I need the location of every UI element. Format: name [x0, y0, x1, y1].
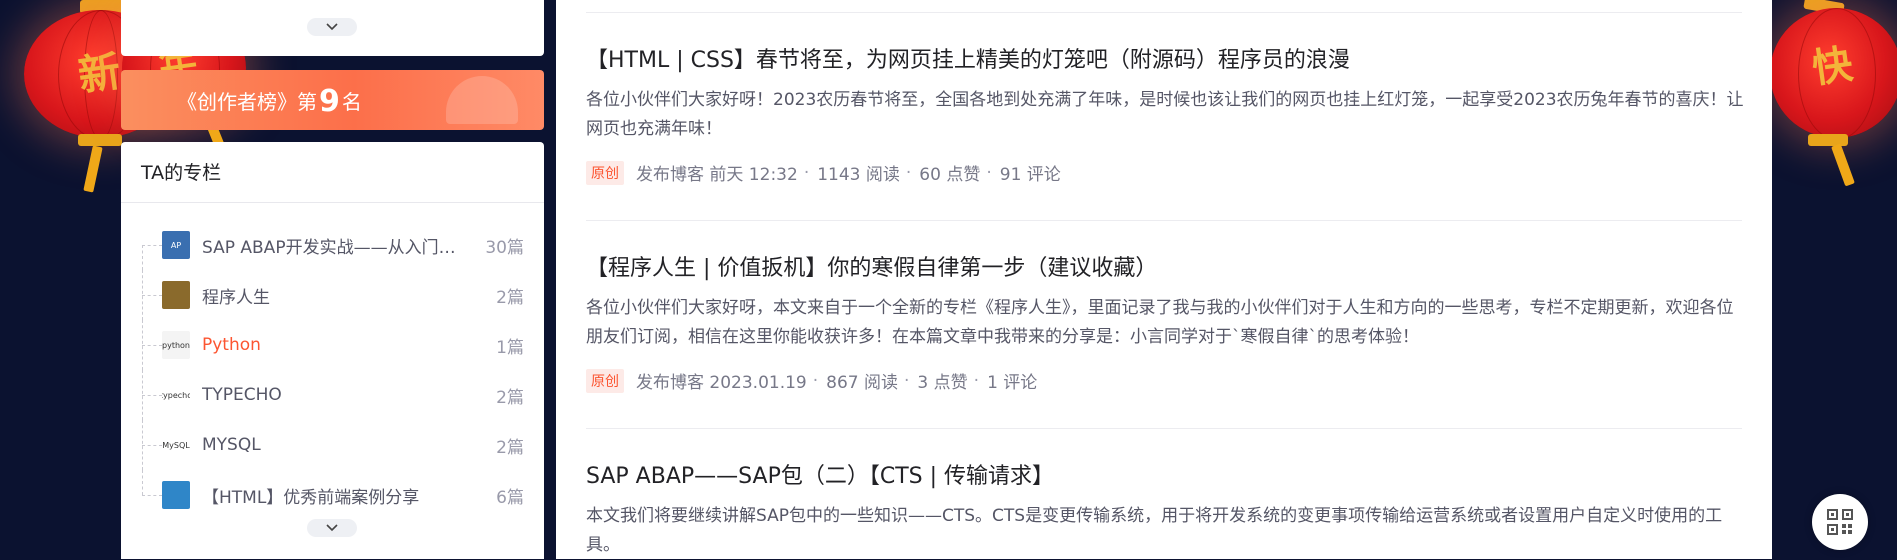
tree-connector — [142, 295, 162, 296]
creator-rank-banner[interactable]: 《创作者榜》第9 名 — [121, 70, 544, 130]
column-name[interactable]: 程序人生 — [202, 283, 468, 308]
column-count: 1篇 — [496, 337, 524, 358]
column-count: 30篇 — [485, 237, 524, 258]
column-item[interactable]: typecho TYPECHO 2篇 — [121, 370, 544, 420]
column-item[interactable]: AP SAP ABAP开发实战——从入门到精通 30篇 — [121, 220, 544, 270]
column-thumbnail: typecho — [162, 381, 190, 409]
original-badge: 原创 — [586, 160, 624, 185]
like-count: 60 点赞 — [919, 165, 981, 185]
divider — [586, 428, 1742, 429]
sidebar-card-top — [121, 0, 544, 56]
lantern-glyph: 新 — [75, 46, 124, 101]
article-summary[interactable]: 各位小伙伴们大家好呀！2023农历春节将至，全国各地到处充满了年味，是时候也该让… — [586, 86, 1746, 144]
column-name[interactable]: TYPECHO — [202, 385, 468, 405]
column-thumbnail — [162, 281, 190, 309]
tree-connector — [142, 495, 162, 496]
column-count: 2篇 — [496, 387, 524, 408]
article-summary[interactable]: 本文我们将要继续讲解SAP包中的一些知识——CTS。CTS是变更传输系统，用于将… — [586, 502, 1746, 560]
qrcode-icon — [1827, 509, 1853, 535]
column-thumbnail: python — [162, 331, 190, 359]
tree-connector — [142, 445, 162, 446]
comment-count: 91 评论 — [999, 165, 1061, 185]
divider — [586, 220, 1742, 221]
column-name[interactable]: 【HTML】优秀前端案例分享 — [202, 483, 468, 508]
tree-connector — [142, 345, 162, 346]
column-count: 6篇 — [496, 487, 524, 508]
lantern-decoration-right: 快 — [1770, 0, 1897, 190]
column-name[interactable]: SAP ABAP开发实战——从入门到精通 — [202, 233, 468, 258]
chevron-down-icon — [326, 23, 338, 31]
article-title[interactable]: 【HTML | CSS】春节将至，为网页挂上精美的灯笼吧（附源码）程序员的浪漫 — [586, 42, 1746, 74]
expand-button[interactable] — [307, 18, 357, 36]
columns-card: TA的专栏 AP SAP ABAP开发实战——从入门到精通 30篇程序人生 2篇 pyt… — [121, 142, 544, 559]
column-item[interactable]: 【HTML】优秀前端案例分享 6篇 — [121, 470, 544, 520]
article-list: 【HTML | CSS】春节将至，为网页挂上精美的灯笼吧（附源码）程序员的浪漫 … — [556, 0, 1772, 559]
columns-list: AP SAP ABAP开发实战——从入门到精通 30篇程序人生 2篇 python Pyt… — [121, 220, 544, 520]
column-item[interactable]: python Python 1篇 — [121, 320, 544, 370]
divider — [121, 202, 544, 203]
article-title[interactable]: SAP ABAP——SAP包（二）【CTS | 传输请求】 — [586, 458, 1746, 490]
original-badge: 原创 — [586, 368, 624, 393]
columns-heading: TA的专栏 — [141, 162, 222, 184]
tree-connector — [142, 245, 143, 270]
lantern-glyph: 快 — [1809, 40, 1856, 93]
publish-info: 发布博客 前天 12:32 — [636, 165, 798, 185]
tree-connector — [142, 245, 162, 246]
read-count: 867 阅读 — [826, 373, 899, 393]
article-item[interactable]: 【程序人生 | 价值扳机】你的寒假自律第一步（建议收藏） 各位小伙伴们大家好呀，… — [586, 250, 1746, 393]
divider — [586, 12, 1742, 13]
pen-nib-icon — [446, 76, 518, 124]
column-name[interactable]: MYSQL — [202, 435, 468, 455]
article-item[interactable]: SAP ABAP——SAP包（二）【CTS | 传输请求】 本文我们将要继续讲解… — [586, 458, 1746, 560]
like-count: 3 点赞 — [917, 373, 968, 393]
article-meta: 原创 发布博客 前天 12:32 · 1143 阅读 · 60 点赞 · 91 … — [586, 160, 1746, 185]
article-title[interactable]: 【程序人生 | 价值扳机】你的寒假自律第一步（建议收藏） — [586, 250, 1746, 282]
chevron-down-icon — [326, 524, 338, 532]
expand-button[interactable] — [307, 519, 357, 537]
article-meta: 原创 发布博客 2023.01.19 · 867 阅读 · 3 点赞 · 1 评… — [586, 368, 1746, 393]
rank-text: 《创作者榜》第9 名 — [177, 84, 362, 119]
rank-number: 9 — [319, 84, 340, 119]
tree-connector — [142, 395, 162, 396]
column-thumbnail — [162, 481, 190, 509]
column-count: 2篇 — [496, 437, 524, 458]
column-name[interactable]: Python — [202, 335, 468, 355]
qrcode-button[interactable] — [1812, 494, 1868, 550]
column-thumbnail: AP — [162, 231, 190, 259]
column-item[interactable]: 程序人生 2篇 — [121, 270, 544, 320]
column-count: 2篇 — [496, 287, 524, 308]
read-count: 1143 阅读 — [817, 165, 900, 185]
column-item[interactable]: MySQL MYSQL 2篇 — [121, 420, 544, 470]
publish-info: 发布博客 2023.01.19 — [636, 373, 807, 393]
article-summary[interactable]: 各位小伙伴们大家好呀，本文来自于一个全新的专栏《程序人生》，里面记录了我与我的小… — [586, 294, 1746, 352]
comment-count: 1 评论 — [987, 373, 1038, 393]
article-item[interactable]: 【HTML | CSS】春节将至，为网页挂上精美的灯笼吧（附源码）程序员的浪漫 … — [586, 42, 1746, 185]
column-thumbnail: MySQL — [162, 431, 190, 459]
tree-connector — [142, 470, 143, 495]
